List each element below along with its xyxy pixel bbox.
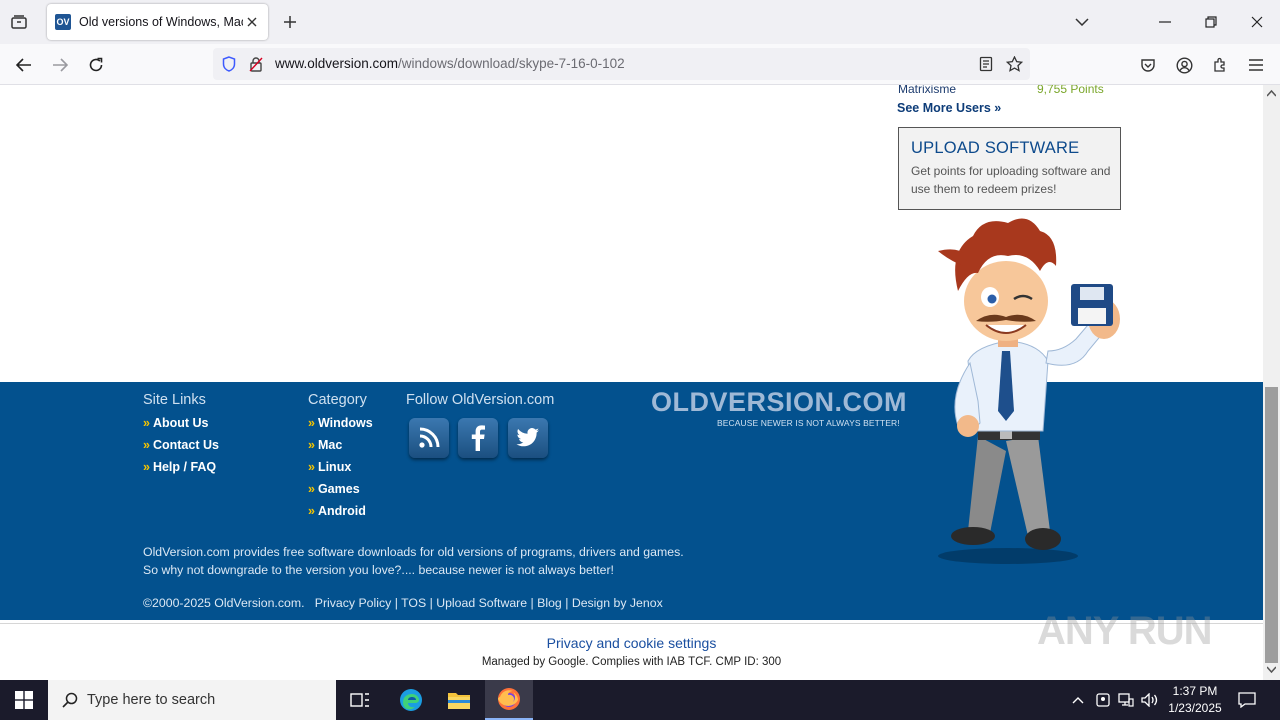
task-view-icon[interactable] bbox=[336, 680, 384, 720]
upload-software-link[interactable]: Upload Software bbox=[436, 596, 527, 610]
page-content: Matrixisme 9,755 Points See More Users »… bbox=[0, 85, 1263, 680]
rss-icon[interactable] bbox=[409, 418, 449, 458]
tos-link[interactable]: TOS bbox=[401, 596, 426, 610]
new-tab-icon[interactable] bbox=[280, 12, 300, 32]
follow-title: Follow OldVersion.com bbox=[406, 392, 555, 408]
browser-tabbar: OV Old versions of Windows, Mac bbox=[0, 0, 1280, 44]
meet-now-icon[interactable] bbox=[1094, 691, 1112, 709]
upload-title[interactable]: UPLOAD SOFTWARE bbox=[911, 139, 1079, 158]
back-arrow-icon[interactable] bbox=[11, 52, 37, 78]
footer-link-about-us[interactable]: » About Us bbox=[143, 416, 209, 430]
taskbar-clock[interactable]: 1:37 PM 1/23/2025 bbox=[1160, 683, 1230, 717]
footer-category-windows[interactable]: » Windows bbox=[308, 416, 373, 430]
notification-icon[interactable] bbox=[1238, 691, 1256, 709]
menu-icon[interactable] bbox=[1243, 52, 1269, 78]
url-text[interactable]: www.oldversion.com/windows/download/skyp… bbox=[275, 56, 625, 71]
restore-icon[interactable] bbox=[1196, 8, 1226, 36]
tab-list-icon[interactable] bbox=[8, 11, 30, 33]
network-icon[interactable] bbox=[1117, 691, 1135, 709]
tab-favicon: OV bbox=[55, 14, 71, 30]
edge-icon[interactable] bbox=[387, 680, 435, 720]
show-hidden-icons-icon[interactable] bbox=[1069, 691, 1087, 709]
shield-icon[interactable] bbox=[220, 56, 238, 72]
scroll-down-icon[interactable] bbox=[1267, 665, 1276, 674]
reader-view-icon[interactable] bbox=[977, 56, 995, 72]
facebook-icon[interactable] bbox=[458, 418, 498, 458]
watermark: ANY RUN bbox=[1037, 609, 1213, 653]
windows-start-icon[interactable] bbox=[0, 680, 48, 720]
window-close-icon[interactable] bbox=[1242, 8, 1272, 36]
upload-software-box[interactable]: UPLOAD SOFTWARE Get points for uploading… bbox=[898, 127, 1121, 210]
firefox-icon[interactable] bbox=[485, 680, 533, 720]
site-links-title: Site Links bbox=[143, 392, 206, 408]
category-title: Category bbox=[308, 392, 367, 408]
user-points: 9,755 Points bbox=[1037, 85, 1104, 96]
insecure-lock-icon[interactable] bbox=[247, 56, 265, 72]
reload-icon[interactable] bbox=[83, 52, 109, 78]
search-icon bbox=[62, 692, 78, 708]
tab-title: Old versions of Windows, Mac bbox=[79, 15, 243, 29]
upload-description: Get points for uploading software and us… bbox=[911, 164, 1111, 196]
footer-about-text: OldVersion.com provides free software do… bbox=[143, 545, 684, 577]
twitter-icon[interactable] bbox=[508, 418, 548, 458]
search-placeholder: Type here to search bbox=[87, 692, 216, 708]
scroll-up-icon[interactable] bbox=[1267, 89, 1276, 98]
footer-category-games[interactable]: » Games bbox=[308, 482, 360, 496]
pocket-icon[interactable] bbox=[1135, 52, 1161, 78]
mascot-illustration bbox=[938, 218, 1120, 564]
bookmark-star-icon[interactable] bbox=[1005, 56, 1023, 72]
minimize-icon[interactable] bbox=[1150, 8, 1180, 36]
footer-category-mac[interactable]: » Mac bbox=[308, 438, 342, 452]
taskbar-search-box[interactable]: Type here to search bbox=[48, 680, 336, 720]
logo-tagline: BECAUSE NEWER IS NOT ALWAYS BETTER! bbox=[717, 418, 900, 428]
windows-taskbar: Type here to search 1:37 PM 1/23/2025 bbox=[0, 680, 1280, 720]
browser-navbar: www.oldversion.com/windows/download/skyp… bbox=[0, 44, 1280, 85]
chevron-down-icon[interactable] bbox=[1072, 12, 1092, 32]
see-more-users-link[interactable]: See More Users » bbox=[897, 101, 1001, 115]
file-explorer-icon[interactable] bbox=[435, 680, 483, 720]
design-by-link[interactable]: Design by Jenox bbox=[572, 596, 663, 610]
user-name[interactable]: Matrixisme bbox=[898, 85, 956, 96]
address-bar[interactable]: www.oldversion.com/windows/download/skyp… bbox=[213, 48, 1030, 80]
volume-icon[interactable] bbox=[1141, 691, 1159, 709]
footer-link-contact-us[interactable]: » Contact Us bbox=[143, 438, 219, 452]
footer-category-android[interactable]: » Android bbox=[308, 504, 366, 518]
account-icon[interactable] bbox=[1171, 52, 1197, 78]
blog-link[interactable]: Blog bbox=[537, 596, 562, 610]
active-tab[interactable]: OV Old versions of Windows, Mac bbox=[47, 4, 268, 40]
oldversion-logo[interactable]: OLDVERSION.COM bbox=[651, 387, 907, 418]
footer-link-help-faq[interactable]: » Help / FAQ bbox=[143, 460, 216, 474]
privacy-policy-link[interactable]: Privacy Policy bbox=[315, 596, 392, 610]
footer-bottom-links: ©2000-2025 OldVersion.com. Privacy Polic… bbox=[143, 596, 663, 610]
close-icon[interactable] bbox=[244, 14, 260, 30]
page-scrollbar[interactable] bbox=[1263, 85, 1280, 680]
cookie-subtitle: Managed by Google. Complies with IAB TCF… bbox=[481, 656, 782, 668]
footer-category-linux[interactable]: » Linux bbox=[308, 460, 351, 474]
extensions-icon[interactable] bbox=[1207, 52, 1233, 78]
forward-arrow-icon[interactable] bbox=[47, 52, 73, 78]
copyright-text: ©2000-2025 OldVersion.com. bbox=[143, 596, 305, 610]
scroll-thumb[interactable] bbox=[1265, 387, 1278, 663]
